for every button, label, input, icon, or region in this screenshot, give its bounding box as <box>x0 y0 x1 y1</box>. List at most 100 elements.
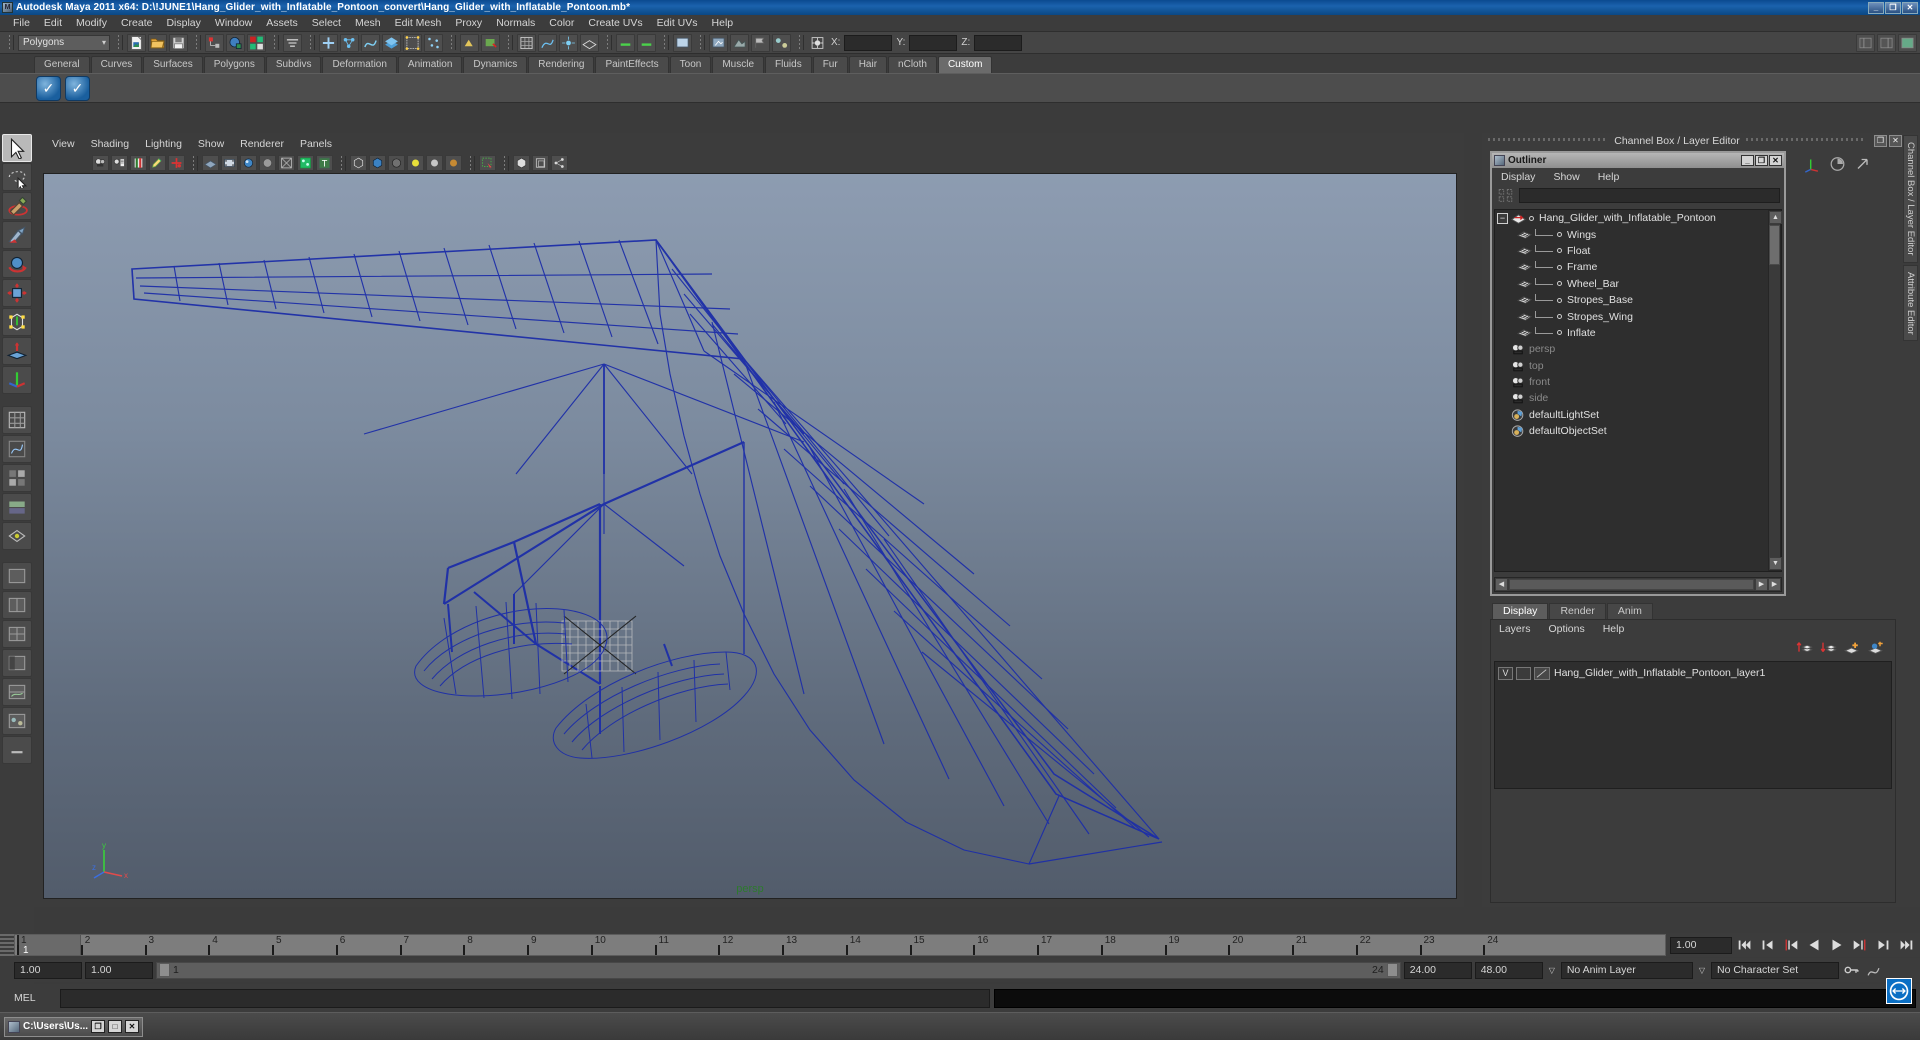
save-scene-icon[interactable] <box>169 33 188 52</box>
layer-tab-display[interactable]: Display <box>1492 603 1549 619</box>
outliner-item-stropes_wing[interactable]: Stropes_Wing <box>1495 308 1781 324</box>
toolbox-snap-view-plane[interactable] <box>2 493 32 521</box>
lighting-icon[interactable] <box>240 155 257 171</box>
range-start-field[interactable]: 1.00 <box>14 961 82 979</box>
toolbox-move-tool[interactable] <box>2 221 32 249</box>
share-icon[interactable] <box>551 155 568 171</box>
play-forwards-button[interactable] <box>1827 936 1847 954</box>
menu-file[interactable]: File <box>6 16 37 30</box>
shelf-tab-toon[interactable]: Toon <box>669 56 712 73</box>
shelf-tab-dynamics[interactable]: Dynamics <box>463 56 528 73</box>
outliner-item-stropes_base[interactable]: Stropes_Base <box>1495 292 1781 308</box>
current-time-field[interactable]: 1.00 <box>1670 936 1732 954</box>
outliner-menu-help[interactable]: Help <box>1594 171 1634 183</box>
menu-mesh[interactable]: Mesh <box>348 16 388 30</box>
shelf-tab-deformation[interactable]: Deformation <box>322 56 397 73</box>
playback-end-field[interactable]: 24.00 <box>1403 961 1472 979</box>
select-marquee-icon[interactable] <box>479 155 496 171</box>
outliner-item-float[interactable]: Float <box>1495 243 1781 259</box>
outliner-item-wings[interactable]: Wings <box>1495 226 1781 242</box>
menu-assets[interactable]: Assets <box>259 16 305 30</box>
maximize-button[interactable]: ❐ <box>1885 1 1901 14</box>
menu-help[interactable]: Help <box>705 16 741 30</box>
layer-visibility-toggle[interactable]: V <box>1498 666 1513 680</box>
menu-color[interactable]: Color <box>542 16 581 30</box>
dock-grip-left[interactable] <box>1488 137 1609 145</box>
taskbar-window-item[interactable]: C:\Users\Us... ❐ □ ✕ <box>4 1016 144 1037</box>
move-layer-up-icon[interactable] <box>1794 639 1813 657</box>
construction-history-on-icon[interactable] <box>616 33 635 52</box>
select-by-component-icon[interactable] <box>247 33 266 52</box>
toolbox-paint-select-tool[interactable] <box>2 192 32 220</box>
film-gate-icon[interactable] <box>221 155 238 171</box>
viewport-menu-shading[interactable]: Shading <box>83 137 138 151</box>
toolbox-lasso-select-tool[interactable] <box>2 163 32 191</box>
shelf-tab-ncloth[interactable]: nCloth <box>888 56 937 73</box>
component-mask-menu-icon[interactable] <box>283 33 302 52</box>
step-forward-key-button[interactable] <box>1873 936 1893 954</box>
x-coordinate-field[interactable] <box>844 34 893 51</box>
go-to-end-button[interactable] <box>1896 936 1916 954</box>
layer-color-swatch[interactable] <box>1534 666 1550 680</box>
viewport-menu-show[interactable]: Show <box>190 137 232 151</box>
mask-misc-icon[interactable] <box>481 33 500 52</box>
shelf-tab-custom[interactable]: Custom <box>937 56 993 73</box>
toolbox-snap-curve[interactable] <box>2 435 32 463</box>
go-to-start-button[interactable] <box>1735 936 1755 954</box>
step-forward-frame-button[interactable] <box>1850 936 1870 954</box>
dock-close-button[interactable]: ✕ <box>1889 135 1902 147</box>
layer-tab-anim[interactable]: Anim <box>1606 603 1653 619</box>
mask-rendering-icon[interactable] <box>460 33 479 52</box>
toolbox-layout-persp-graph[interactable] <box>2 678 32 706</box>
time-slider-track[interactable]: 1 1 2 3 4 5 6 7 8 9 10 11 12 13 14 15 16 17 18 19 20 21 22 23 24 <box>14 934 1666 956</box>
wireframe-on-shaded-icon[interactable] <box>297 155 314 171</box>
shelf-tab-hair[interactable]: Hair <box>848 56 888 73</box>
layer-row[interactable]: V Hang_Glider_with_Inflatable_Pontoon_lay… <box>1495 665 1891 681</box>
render-view-icon[interactable] <box>673 33 692 52</box>
toolbox-restore-layout[interactable] <box>2 736 32 764</box>
time-slider-grip[interactable] <box>0 934 14 956</box>
outliner-item-side[interactable]: side <box>1495 390 1781 406</box>
layer-menu-help[interactable]: Help <box>1599 623 1639 635</box>
show-hide-attribute-editor-icon[interactable] <box>1877 33 1896 52</box>
command-input[interactable] <box>60 988 990 1008</box>
render-flags-icon[interactable] <box>751 33 770 52</box>
key-icon[interactable] <box>1842 961 1861 979</box>
anim-layer-field[interactable]: No Anim Layer <box>1560 961 1693 979</box>
outliner-scroll-up-button[interactable]: ▲ <box>1769 211 1782 224</box>
step-back-frame-button[interactable] <box>1781 936 1801 954</box>
range-slider-track[interactable]: 1 24 <box>156 961 1401 979</box>
menu-modify[interactable]: Modify <box>69 16 114 30</box>
toolbox-snap-point[interactable] <box>2 464 32 492</box>
blue-cube-icon[interactable] <box>369 155 386 171</box>
layer-list[interactable]: V Hang_Glider_with_Inflatable_Pontoon_lay… <box>1494 661 1892 789</box>
axis-icon[interactable] <box>1803 155 1822 173</box>
toolbox-scale-tool[interactable] <box>2 279 32 307</box>
toolbox-universal-manipulator[interactable] <box>2 308 32 336</box>
menu-window[interactable]: Window <box>208 16 259 30</box>
show-hide-modeling-toolkit-icon[interactable] <box>1856 33 1875 52</box>
outliner-scroll-down-button[interactable]: ▼ <box>1769 557 1782 570</box>
outliner-expander[interactable]: − <box>1497 212 1508 224</box>
shelf-tab-curves[interactable]: Curves <box>90 56 143 73</box>
shelf-item-check-2[interactable]: ✓ <box>65 75 90 101</box>
menu-display[interactable]: Display <box>159 16 207 30</box>
outliner-scroll-left-button[interactable]: ◀ <box>1495 578 1508 591</box>
shelf-tab-animation[interactable]: Animation <box>397 56 463 73</box>
toolbox-make-live[interactable] <box>2 522 32 550</box>
bronze-light-icon[interactable] <box>445 155 462 171</box>
menu-select[interactable]: Select <box>305 16 348 30</box>
wireframe-icon[interactable] <box>278 155 295 171</box>
outliner-hscroll-track[interactable] <box>1509 579 1754 590</box>
snap-to-curve-icon[interactable] <box>538 33 557 52</box>
open-scene-icon[interactable] <box>148 33 167 52</box>
snap-to-point-icon[interactable] <box>559 33 578 52</box>
vtab-attribute-editor[interactable]: Attribute Editor <box>1903 264 1918 342</box>
status-line-grip[interactable] <box>6 35 13 50</box>
layer-playback-toggle[interactable] <box>1516 666 1531 680</box>
range-right-handle[interactable] <box>1386 963 1398 977</box>
outliner-item-persp[interactable]: persp <box>1495 341 1781 357</box>
checker-ball-icon[interactable] <box>388 155 405 171</box>
animation-end-field[interactable]: 48.00 <box>1474 961 1543 979</box>
toolbox-layout-single[interactable] <box>2 562 32 590</box>
